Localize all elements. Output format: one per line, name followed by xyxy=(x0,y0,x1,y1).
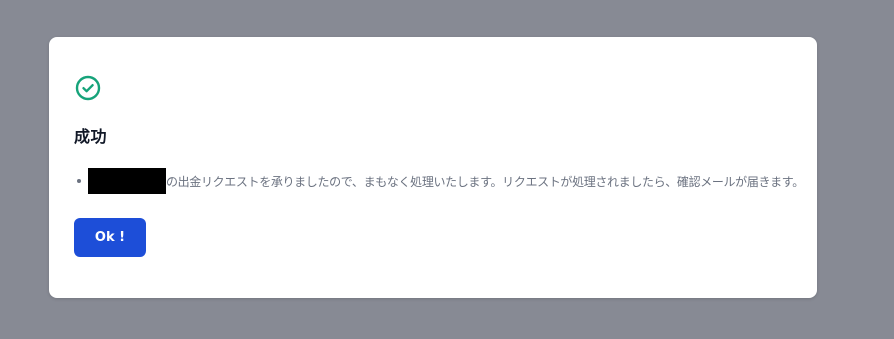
bullet-point xyxy=(77,179,81,183)
ok-button[interactable]: Ok ! xyxy=(74,218,146,257)
dialog-title: 成功 xyxy=(74,127,108,146)
success-dialog: 成功 の出金リクエストを承りましたので、まもなく処理いたします。リクエストが処理… xyxy=(49,37,817,298)
redacted-text xyxy=(88,168,166,194)
message-text: の出金リクエストを承りましたので、まもなく処理いたします。リクエストが処理されま… xyxy=(166,174,804,189)
check-circle-icon xyxy=(75,75,101,101)
dialog-message: の出金リクエストを承りましたので、まもなく処理いたします。リクエストが処理されま… xyxy=(74,168,804,194)
